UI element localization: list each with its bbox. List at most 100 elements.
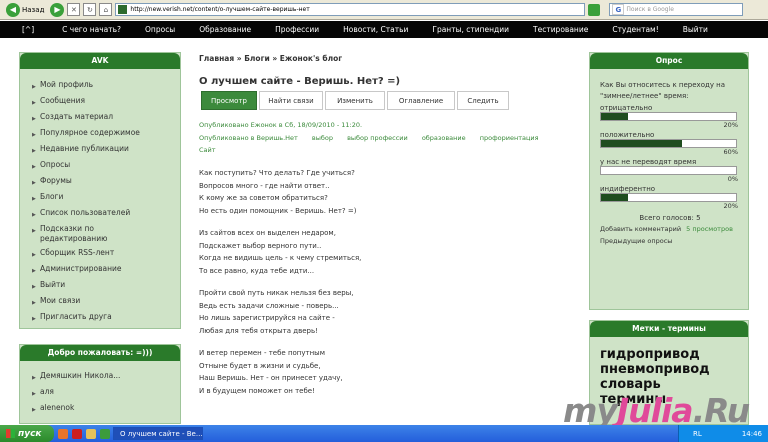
nav-home-link[interactable]: [^] — [22, 25, 34, 34]
menu-item-polls[interactable]: ▶ Опросы — [32, 160, 180, 172]
menu-item-recent[interactable]: ▶ Недавние публикации — [32, 144, 180, 156]
menu-item-profile[interactable]: ▶ Мой профиль — [32, 80, 180, 92]
bullet-icon: ▶ — [32, 252, 36, 258]
bullet-icon: ▶ — [32, 164, 36, 170]
welcome-user[interactable]: ▶ alenenok — [32, 403, 180, 415]
post-tags: Опубликовано в Веришь.Нет выбор выбор пр… — [199, 134, 551, 142]
firefox-icon[interactable] — [58, 428, 68, 439]
folder-icon[interactable] — [86, 428, 96, 439]
welcome-user[interactable]: ▶ аля — [32, 387, 180, 399]
nav-item-students[interactable]: Студентам! — [612, 25, 658, 34]
poll-option-label: положительно — [600, 131, 655, 139]
address-bar[interactable]: http://new.verish.net/content/о-лучшем-с… — [115, 3, 586, 16]
menu-item-create[interactable]: ▶ Создать материал — [32, 112, 180, 124]
welcome-user-name: аля — [40, 387, 54, 396]
menu-item-label: Популярное содержимое — [40, 128, 140, 137]
refresh-icon[interactable]: ↻ — [83, 3, 97, 16]
bullet-icon: ▶ — [32, 100, 36, 106]
menu-item-logout[interactable]: ▶ Выйти — [32, 280, 180, 292]
menu-item-connections[interactable]: ▶ Мои связи — [32, 296, 180, 308]
bullet-icon: ▶ — [32, 316, 36, 322]
poem-stanza-2: Из сайтов всех он выделен недаром, Подск… — [199, 227, 361, 277]
home-icon[interactable]: ⌂ — [99, 3, 113, 16]
go-button[interactable] — [588, 3, 601, 16]
nav-item-professions[interactable]: Профессии — [275, 25, 319, 34]
tab-find-links[interactable]: Найти связи — [259, 91, 323, 110]
menu-item-hints[interactable]: ▶ Подсказки по редактированию — [32, 224, 180, 244]
user-menu-box: AVK ▶ Мой профиль ▶ Сообщения ▶ Создать мат… — [19, 52, 181, 329]
menu-item-label: Блоги — [40, 192, 64, 201]
menu-item-messages[interactable]: ▶ Сообщения — [32, 96, 180, 108]
poll-bar-fill — [601, 140, 682, 147]
menu-item-label: Форумы — [40, 176, 72, 185]
tag-term[interactable]: пневмопривод — [600, 362, 748, 377]
menu-item-blogs[interactable]: ▶ Блоги — [32, 192, 180, 204]
opera-icon[interactable] — [72, 428, 82, 439]
poll-option-label: у нас не переводят время — [600, 158, 697, 166]
app-icon[interactable] — [100, 428, 110, 439]
poem-line: Но есть один помощник - Веришь. Нет? =) — [199, 206, 357, 215]
node-tabs: Просмотр Найти связи Изменить Оглавление… — [201, 91, 509, 110]
nav-item-start[interactable]: С чего начать? — [62, 25, 121, 34]
tab-view[interactable]: Просмотр — [201, 91, 257, 110]
add-comment-link[interactable]: Добавить комментарий — [600, 225, 681, 233]
welcome-user-name: Демяшкин Никола... — [40, 371, 121, 380]
tag-link[interactable]: образование — [422, 134, 466, 142]
poll-title: Опрос — [590, 53, 748, 69]
menu-item-label: Сборщик RSS-лент — [40, 248, 115, 257]
tab-edit[interactable]: Изменить — [325, 91, 385, 110]
tag-link[interactable]: выбор — [312, 134, 333, 142]
poem-line: То все равно, куда тебе идти... — [199, 266, 315, 275]
welcome-user[interactable]: ▶ Демяшкин Никола... — [32, 371, 180, 383]
menu-item-forums[interactable]: ▶ Форумы — [32, 176, 180, 188]
menu-item-admin[interactable]: ▶ Администрирование — [32, 264, 180, 276]
nav-item-testing[interactable]: Тестирование — [533, 25, 588, 34]
taskbar-window-button[interactable]: О лучшем сайте - Ве... — [113, 427, 203, 440]
nav-item-polls[interactable]: Опросы — [145, 25, 175, 34]
nav-item-news[interactable]: Новости, Статьи — [343, 25, 408, 34]
breadcrumb[interactable]: Главная » Блоги » Ежонок's блог — [199, 54, 342, 63]
back-button[interactable]: ◀ Назад — [3, 2, 47, 17]
menu-item-label: Мои связи — [40, 296, 81, 305]
poem-line: Когда не видишь цель - к чему стремиться… — [199, 254, 362, 262]
previous-polls-link[interactable]: Предыдущие опросы — [600, 237, 740, 245]
poll-views: 5 просмотров — [686, 225, 733, 233]
tab-contents[interactable]: Оглавление — [387, 91, 455, 110]
menu-item-label: Пригласить друга — [40, 312, 112, 321]
start-button[interactable]: пуск — [0, 425, 54, 442]
poll-bar-fill — [601, 113, 628, 120]
nav-item-grants[interactable]: Гранты, стипендии — [432, 25, 509, 34]
poem-line: Наш Веришь. Нет - он принесет удачу, — [199, 374, 343, 382]
forward-button[interactable]: ▶ — [50, 2, 65, 17]
poem-line: К кому же за советом обратиться? — [199, 194, 328, 202]
menu-item-rss[interactable]: ▶ Сборщик RSS-лент — [32, 248, 180, 260]
tag-link[interactable]: Опубликовано в Веришь.Нет — [199, 134, 298, 142]
tag-link[interactable]: профориентация — [480, 134, 539, 142]
favicon-icon — [118, 5, 128, 14]
menu-item-invite[interactable]: ▶ Пригласить друга — [32, 312, 180, 324]
post-tags-extra: Сайт — [199, 146, 228, 154]
nav-item-education[interactable]: Образование — [199, 25, 251, 34]
tag-link[interactable]: выбор профессии — [347, 134, 408, 142]
post-meta: Опубликовано Ежонок в Сб, 18/09/2010 - 1… — [199, 121, 363, 129]
poll-box: Опрос Как Вы относитесь к переходу на "з… — [589, 52, 749, 310]
poem-line: И в будущем поможет он тебе! — [199, 386, 315, 395]
poem-line: Из сайтов всех он выделен недаром, — [199, 229, 336, 237]
menu-item-users[interactable]: ▶ Список пользователей — [32, 208, 180, 220]
menu-item-label: Сообщения — [40, 96, 86, 105]
tag-term[interactable]: гидропривод — [600, 347, 748, 362]
nav-item-logout[interactable]: Выйти — [683, 25, 708, 34]
stop-icon[interactable]: ✕ — [67, 3, 81, 16]
poem-stanza-3: Пройти свой путь никак нельзя без веры, … — [199, 287, 354, 337]
search-input[interactable]: G Поиск в Google — [609, 3, 744, 16]
bullet-icon: ▶ — [32, 116, 36, 122]
menu-item-popular[interactable]: ▶ Популярное содержимое — [32, 128, 180, 140]
poll-bar — [600, 166, 737, 175]
poem-stanza-1: Как поступить? Что делать? Где учиться? … — [199, 167, 356, 217]
tag-term[interactable]: словарь — [600, 377, 748, 392]
poll-bar-fill — [601, 194, 628, 201]
language-indicator[interactable]: RL — [693, 430, 702, 438]
welcome-box: Добро пожаловать: =))) ▶ Демяшкин Никола.… — [19, 344, 181, 424]
tab-follow[interactable]: Следить — [457, 91, 509, 110]
tag-link[interactable]: Сайт — [199, 146, 216, 154]
